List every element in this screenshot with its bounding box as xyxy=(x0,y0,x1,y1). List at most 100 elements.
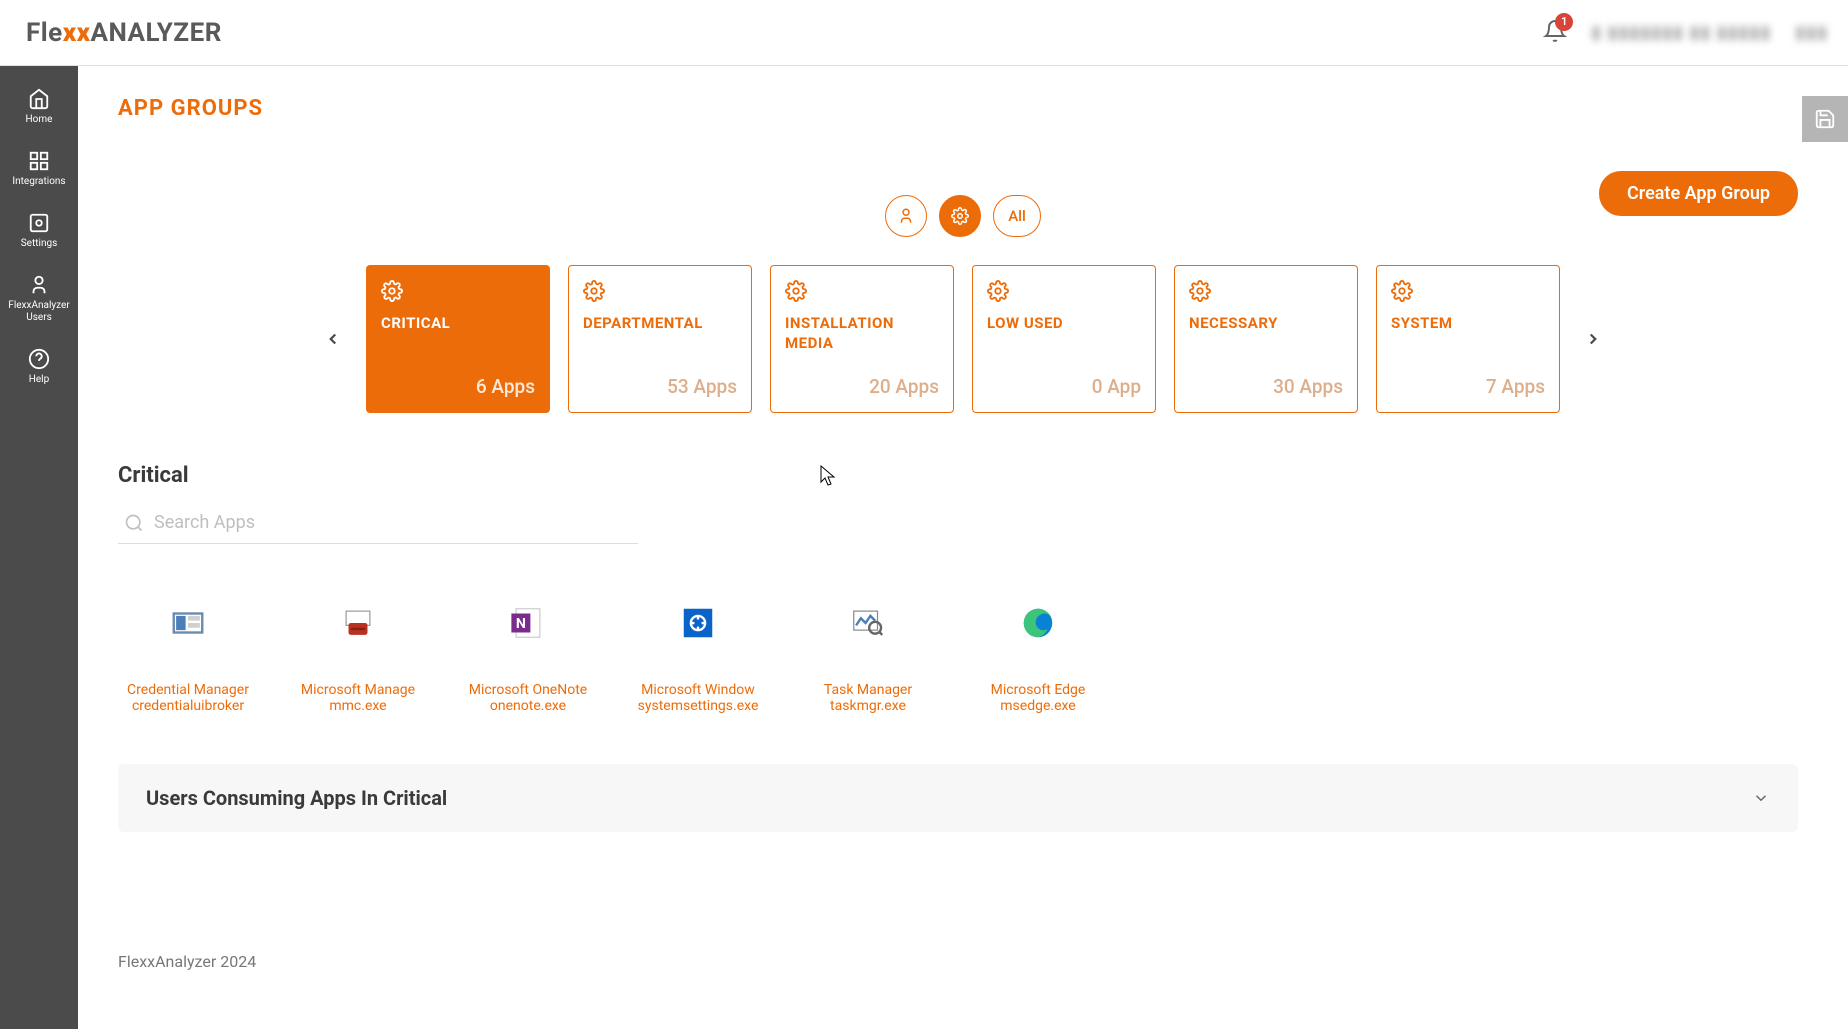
app-exe: onenote.exe xyxy=(463,698,593,714)
app-icon xyxy=(1019,604,1057,642)
main-content: APP GROUPS Create App Group All CRITICAL… xyxy=(78,66,1848,1029)
gear-icon xyxy=(1391,280,1413,302)
gear-icon xyxy=(583,280,605,302)
gear-icon xyxy=(785,280,807,302)
group-card-installation-media[interactable]: INSTALLATION MEDIA 20 Apps xyxy=(770,265,954,413)
card-count: 20 Apps xyxy=(785,375,939,398)
notification-badge: 1 xyxy=(1555,13,1573,31)
gear-icon xyxy=(1189,280,1211,302)
search-apps-wrap xyxy=(118,502,638,544)
card-title: CRITICAL xyxy=(381,314,535,334)
app-icon xyxy=(169,604,207,642)
chevron-down-icon xyxy=(1752,789,1770,807)
logo: FlexxANALYZER xyxy=(26,18,222,48)
app-name: Task Manager xyxy=(803,682,933,698)
app-item[interactable]: Task Managertaskmgr.exe xyxy=(798,604,938,714)
group-card-departmental[interactable]: DEPARTMENTAL 53 Apps xyxy=(568,265,752,413)
carousel-next-button[interactable] xyxy=(1578,324,1608,354)
notifications-button[interactable]: 1 xyxy=(1543,19,1567,47)
sidebar-item-home[interactable]: Home xyxy=(0,76,78,138)
page-title: APP GROUPS xyxy=(118,96,1848,121)
users-icon xyxy=(28,274,50,296)
app-item[interactable]: Credential Managercredentialuibroker xyxy=(118,604,258,714)
settings-icon xyxy=(28,212,50,234)
save-icon xyxy=(1814,108,1836,130)
app-name: Credential Manager xyxy=(123,682,253,698)
card-title: NECESSARY xyxy=(1189,314,1343,334)
sidebar-label: Integrations xyxy=(12,176,65,188)
header-user-info: ▮ ▮▮▮▮▮▮▮ ▮▮ ▮▮▮▮▮ xyxy=(1591,22,1771,43)
chevron-right-icon xyxy=(1584,330,1602,348)
card-title: INSTALLATION MEDIA xyxy=(785,314,939,353)
group-card-system[interactable]: SYSTEM 7 Apps xyxy=(1376,265,1560,413)
app-icon xyxy=(679,604,717,642)
app-exe: systemsettings.exe xyxy=(633,698,763,714)
header-right: 1 ▮ ▮▮▮▮▮▮▮ ▮▮ ▮▮▮▮▮ ▮▮▮ xyxy=(1543,19,1828,47)
logo-xx: xx xyxy=(63,18,91,48)
sidebar-item-help[interactable]: Help xyxy=(0,336,78,398)
card-count: 30 Apps xyxy=(1189,375,1343,398)
app-exe: taskmgr.exe xyxy=(803,698,933,714)
filter-user-pill[interactable] xyxy=(885,195,927,237)
sidebar-item-users[interactable]: FlexxAnalyzer Users xyxy=(0,262,78,336)
chevron-left-icon xyxy=(324,330,342,348)
app-icon: N xyxy=(509,604,547,642)
logo-text: FlexxANALYZER xyxy=(26,18,222,48)
app-item[interactable]: Microsoft Managemmc.exe xyxy=(288,604,428,714)
gear-icon xyxy=(381,280,403,302)
sidebar-label: Home xyxy=(26,114,53,126)
card-count: 7 Apps xyxy=(1391,375,1545,398)
save-button[interactable] xyxy=(1802,96,1848,142)
app-name: Microsoft Edge xyxy=(973,682,1103,698)
home-icon xyxy=(28,88,50,110)
app-item[interactable]: N Microsoft OneNoteonenote.exe xyxy=(458,604,598,714)
logo-suffix: ANALYZER xyxy=(91,18,222,48)
app-icon xyxy=(849,604,887,642)
top-actions: Create App Group xyxy=(1599,171,1798,216)
app-name: Microsoft Window xyxy=(633,682,763,698)
group-card-low-used[interactable]: LOW USED 0 App xyxy=(972,265,1156,413)
app-exe: mmc.exe xyxy=(293,698,423,714)
create-app-group-button[interactable]: Create App Group xyxy=(1599,171,1798,216)
app-item[interactable]: Microsoft Windowsystemsettings.exe xyxy=(628,604,768,714)
card-title: LOW USED xyxy=(987,314,1141,334)
card-title: SYSTEM xyxy=(1391,314,1545,334)
section-title: Critical xyxy=(118,463,1848,488)
sidebar-label: FlexxAnalyzer Users xyxy=(0,300,78,324)
users-consuming-panel[interactable]: Users Consuming Apps In Critical xyxy=(118,764,1798,832)
gear-icon xyxy=(987,280,1009,302)
search-apps-input[interactable] xyxy=(154,512,632,533)
card-count: 0 App xyxy=(987,375,1141,398)
cards-carousel: CRITICAL 6 Apps DEPARTMENTAL 53 Apps INSTALL… xyxy=(118,265,1808,413)
sidebar: Home Integrations Settings FlexxAnalyzer… xyxy=(0,66,78,1029)
card-count: 6 Apps xyxy=(381,375,535,398)
search-icon xyxy=(124,513,144,533)
expand-title: Users Consuming Apps In Critical xyxy=(146,786,447,810)
apps-grid: Credential Managercredentialuibroker Micr… xyxy=(118,604,1848,714)
group-card-necessary[interactable]: NECESSARY 30 Apps xyxy=(1174,265,1358,413)
card-title: DEPARTMENTAL xyxy=(583,314,737,334)
filter-all-pill[interactable]: All xyxy=(993,195,1041,237)
filter-pills: All xyxy=(118,195,1808,237)
svg-text:N: N xyxy=(516,616,526,632)
app-name: Microsoft Manage xyxy=(293,682,423,698)
sidebar-item-settings[interactable]: Settings xyxy=(0,200,78,262)
app-name: Microsoft OneNote xyxy=(463,682,593,698)
filter-gear-pill[interactable] xyxy=(939,195,981,237)
app-icon xyxy=(339,604,377,642)
app-exe: credentialuibroker xyxy=(123,698,253,714)
gear-icon xyxy=(951,207,969,225)
card-count: 53 Apps xyxy=(583,375,737,398)
top-header: FlexxANALYZER 1 ▮ ▮▮▮▮▮▮▮ ▮▮ ▮▮▮▮▮ ▮▮▮ xyxy=(0,0,1848,66)
logo-prefix: Fle xyxy=(26,18,63,48)
carousel-prev-button[interactable] xyxy=(318,324,348,354)
app-item[interactable]: Microsoft Edgemsedge.exe xyxy=(968,604,1108,714)
user-icon xyxy=(897,207,915,225)
app-exe: msedge.exe xyxy=(973,698,1103,714)
sidebar-item-integrations[interactable]: Integrations xyxy=(0,138,78,200)
group-card-critical[interactable]: CRITICAL 6 Apps xyxy=(366,265,550,413)
footer-text: FlexxAnalyzer 2024 xyxy=(118,952,1848,971)
sidebar-label: Settings xyxy=(21,238,58,250)
sidebar-label: Help xyxy=(29,374,49,386)
integrations-icon xyxy=(28,150,50,172)
